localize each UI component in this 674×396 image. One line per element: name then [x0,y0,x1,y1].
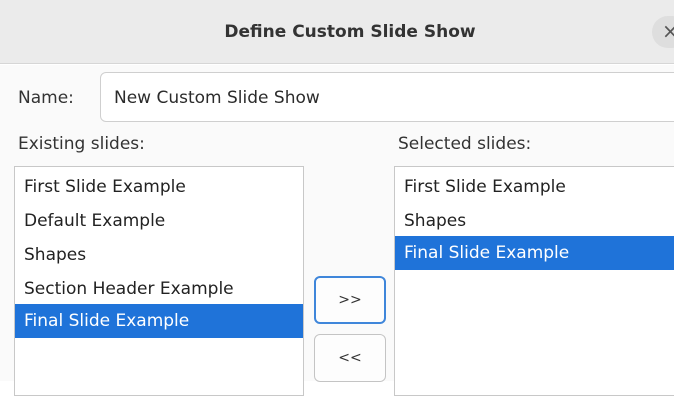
existing-slide-item[interactable]: Section Header Example [15,272,303,306]
existing-slide-item[interactable]: First Slide Example [15,170,303,204]
selected-slide-item[interactable]: Shapes [395,204,674,238]
add-slides-button[interactable]: >> [314,276,386,324]
existing-slide-label: Final Slide Example [24,311,190,331]
name-label: Name: [18,88,74,108]
existing-slide-label: Section Header Example [24,279,234,299]
existing-slide-item[interactable]: Default Example [15,204,303,238]
selected-slide-label: Shapes [404,211,467,231]
existing-slides-label: Existing slides: [18,134,145,154]
selected-slide-item-selected[interactable]: Final Slide Example [395,236,674,270]
title-bar: Define Custom Slide Show × [0,0,674,64]
existing-slide-label: Default Example [24,211,166,231]
dialog-title: Define Custom Slide Show [224,22,476,42]
existing-slide-item-selected[interactable]: Final Slide Example [15,304,303,338]
existing-slide-label: First Slide Example [24,177,186,197]
selected-slide-label: First Slide Example [404,177,566,197]
close-icon: × [662,19,674,43]
name-field[interactable] [100,72,674,122]
existing-slides-list[interactable]: First Slide Example Default Example Shap… [14,166,304,396]
selected-slides-list[interactable]: First Slide Example Shapes Final Slide E… [394,166,674,396]
existing-slide-item[interactable]: Shapes [15,238,303,272]
remove-slides-button[interactable]: << [314,334,386,382]
selected-slide-label: Final Slide Example [404,243,570,263]
existing-slide-label: Shapes [24,245,87,265]
selected-slide-item[interactable]: First Slide Example [395,170,674,204]
name-input[interactable] [114,86,674,110]
selected-slides-label: Selected slides: [398,134,532,154]
